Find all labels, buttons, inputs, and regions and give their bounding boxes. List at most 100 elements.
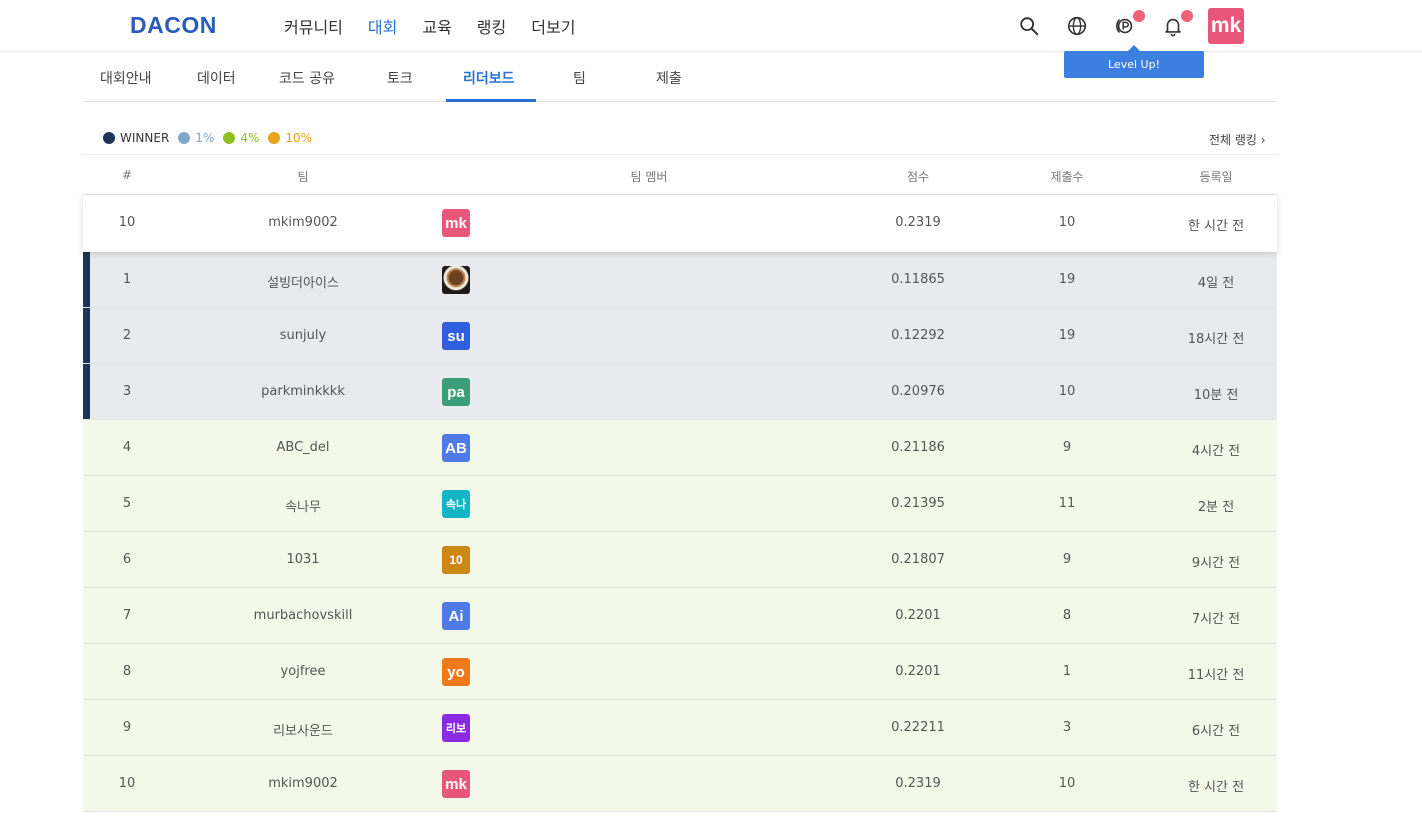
registered-date: 4시간 전 xyxy=(1191,444,1241,459)
member-avatar[interactable]: mk xyxy=(442,209,470,237)
table-row[interactable]: 8 yojfree yo 0.2201 1 11시간 전 xyxy=(83,644,1277,700)
tab-talk[interactable]: 토크 xyxy=(387,68,413,88)
registered-date: 10분 전 xyxy=(1193,388,1239,403)
table-row[interactable]: 3 parkminkkkk pa 0.20976 10 10분 전 xyxy=(83,364,1277,420)
team-name: murbachovskill xyxy=(253,608,353,623)
team-name: 리보사운드 xyxy=(273,724,333,739)
score: 0.21807 xyxy=(891,552,945,567)
score: 0.2319 xyxy=(895,776,941,791)
rank: 6 xyxy=(122,552,132,567)
tab-submit[interactable]: 제출 xyxy=(656,68,682,88)
tab-code-share[interactable]: 코드 공유 xyxy=(279,68,335,88)
table-row[interactable]: 1 설빙더아이스 0.11865 19 4일 전 xyxy=(83,252,1277,308)
score: 0.21395 xyxy=(891,496,945,511)
all-ranking-link[interactable]: 전체 랭킹 › xyxy=(1209,131,1266,148)
winner-dot xyxy=(103,132,115,144)
tab-team[interactable]: 팀 xyxy=(573,68,586,88)
member-avatar[interactable]: pa xyxy=(442,378,470,406)
registered-date: 4일 전 xyxy=(1197,276,1235,291)
submission-count: 19 xyxy=(1058,272,1076,287)
legend-4-percent: 4% xyxy=(223,131,259,145)
member-avatar[interactable]: 리보 xyxy=(442,714,470,742)
nav-more[interactable]: 더보기 xyxy=(531,14,575,38)
rank: 10 xyxy=(118,776,136,791)
member-photo-avatar[interactable] xyxy=(442,266,470,294)
top-icons: mk xyxy=(1016,8,1244,44)
rank: 3 xyxy=(122,384,132,399)
score: 0.12292 xyxy=(891,328,945,343)
score: 0.11865 xyxy=(891,272,945,287)
table-body: 1 설빙더아이스 0.11865 19 4일 전 2 sunjuly su 0.… xyxy=(83,252,1277,812)
top-navigation-bar: DACON 커뮤니티 대회 교육 랭킹 더보기 mk xyxy=(0,0,1422,52)
member-avatar[interactable]: 10 xyxy=(442,546,470,574)
nav-community[interactable]: 커뮤니티 xyxy=(284,14,343,38)
nav-competition[interactable]: 대회 xyxy=(368,14,397,38)
bell-icon[interactable] xyxy=(1160,10,1193,39)
notification-dot xyxy=(1133,10,1145,22)
header-rank: # xyxy=(121,168,133,182)
rank: 5 xyxy=(122,496,132,511)
registered-date: 11시간 전 xyxy=(1187,668,1245,683)
team-name: mkim9002 xyxy=(268,776,338,791)
main-nav: 커뮤니티 대회 교육 랭킹 더보기 xyxy=(284,14,600,38)
header-submissions: 제출수 xyxy=(1050,170,1084,184)
table-row[interactable]: 6 1031 10 0.21807 9 9시간 전 xyxy=(83,532,1277,588)
score: 0.2319 xyxy=(895,215,941,230)
rank: 4 xyxy=(122,440,132,455)
header-team: 팀 xyxy=(297,170,309,184)
header-members: 팀 멤버 xyxy=(630,170,668,184)
member-avatar[interactable]: AB xyxy=(442,434,470,462)
notification-dot xyxy=(1181,10,1193,22)
globe-icon[interactable] xyxy=(1064,13,1090,39)
my-team-row[interactable]: 10 mkim9002 mk 0.2319 10 한 시간 전 xyxy=(83,195,1277,252)
tab-data[interactable]: 데이터 xyxy=(197,68,236,88)
table-row[interactable]: 7 murbachovskill Ai 0.2201 8 7시간 전 xyxy=(83,588,1277,644)
active-tab-indicator xyxy=(446,99,536,102)
registered-date: 7시간 전 xyxy=(1191,612,1241,627)
member-avatar[interactable]: 속나 xyxy=(442,490,470,518)
search-icon[interactable] xyxy=(1016,13,1042,39)
team-name: 1031 xyxy=(286,552,320,567)
dacon-logo[interactable]: DACON xyxy=(130,12,217,39)
team-name: sunjuly xyxy=(279,328,327,343)
score: 0.2201 xyxy=(895,664,941,679)
submission-count: 3 xyxy=(1062,720,1072,735)
user-avatar[interactable]: mk xyxy=(1208,8,1244,44)
rank: 2 xyxy=(122,328,132,343)
team-name: 설빙더아이스 xyxy=(267,276,339,291)
member-avatar[interactable]: Ai xyxy=(442,602,470,630)
registered-date: 18시간 전 xyxy=(1187,332,1245,347)
tab-leaderboard[interactable]: 리더보드 xyxy=(463,68,515,88)
score: 0.22211 xyxy=(891,720,945,735)
leaderboard-legend: WINNER 1% 4% 10% xyxy=(103,131,321,145)
registered-date: 한 시간 전 xyxy=(1187,219,1245,234)
submission-count: 9 xyxy=(1062,440,1072,455)
table-row[interactable]: 4 ABC_del AB 0.21186 9 4시간 전 xyxy=(83,420,1277,476)
team-name: parkminkkkk xyxy=(261,384,345,399)
tab-overview[interactable]: 대회안내 xyxy=(100,68,152,88)
nav-ranking[interactable]: 랭킹 xyxy=(477,14,506,38)
point-icon[interactable] xyxy=(1112,10,1145,39)
submission-count: 10 xyxy=(1058,776,1076,791)
leaderboard-table: # 팀 팀 멤버 점수 제출수 등록일 10 mkim9002 mk 0.231… xyxy=(83,154,1277,812)
submission-count: 19 xyxy=(1058,328,1076,343)
table-row[interactable]: 5 속나무 속나 0.21395 11 2분 전 xyxy=(83,476,1277,532)
rank: 8 xyxy=(122,664,132,679)
table-row[interactable]: 2 sunjuly su 0.12292 19 18시간 전 xyxy=(83,308,1277,364)
registered-date: 한 시간 전 xyxy=(1187,780,1245,795)
table-header: # 팀 팀 멤버 점수 제출수 등록일 xyxy=(83,154,1277,195)
table-row[interactable]: 9 리보사운드 리보 0.22211 3 6시간 전 xyxy=(83,700,1277,756)
team-name: yojfree xyxy=(280,664,326,679)
legend-10-percent: 10% xyxy=(268,131,312,145)
registered-date: 2분 전 xyxy=(1197,500,1235,515)
member-avatar[interactable]: su xyxy=(442,322,470,350)
member-avatar[interactable]: yo xyxy=(442,658,470,686)
registered-date: 6시간 전 xyxy=(1191,724,1241,739)
member-avatar[interactable]: mk xyxy=(442,770,470,798)
legend-winner: WINNER xyxy=(103,131,169,145)
team-name: mkim9002 xyxy=(268,215,338,230)
submission-count: 11 xyxy=(1058,496,1076,511)
score: 0.20976 xyxy=(891,384,945,399)
nav-education[interactable]: 교육 xyxy=(422,14,451,38)
table-row[interactable]: 10 mkim9002 mk 0.2319 10 한 시간 전 xyxy=(83,756,1277,812)
